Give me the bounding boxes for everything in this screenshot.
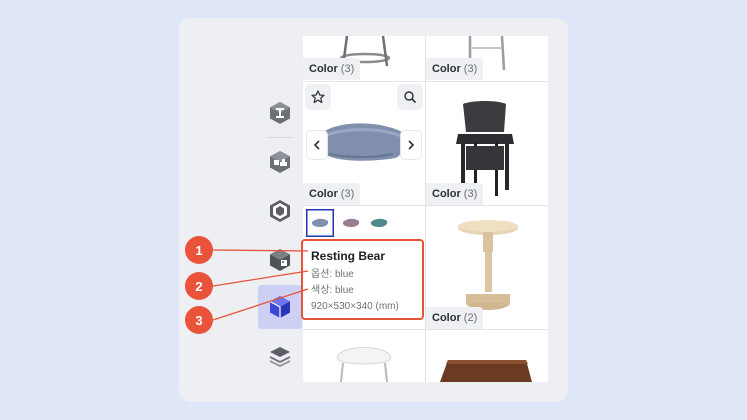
callout-badge-3: 3 <box>185 306 213 334</box>
callout-leader-lines <box>212 249 309 321</box>
callout-badge-1: 1 <box>185 236 213 264</box>
callout-badge-2: 2 <box>185 272 213 300</box>
